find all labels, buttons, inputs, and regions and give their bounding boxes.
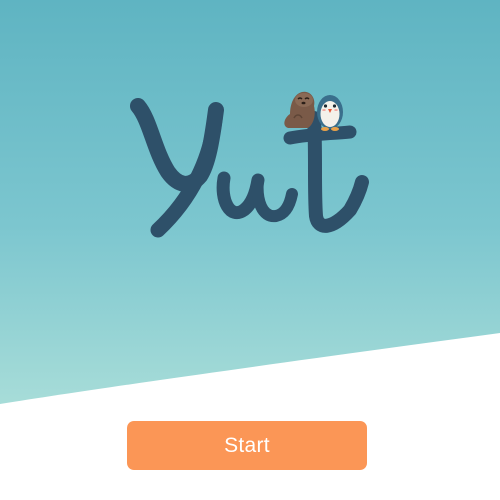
mascots xyxy=(284,91,343,131)
seal-icon xyxy=(284,91,315,128)
penguin-icon xyxy=(317,95,343,131)
start-button[interactable]: Start xyxy=(127,421,367,470)
start-button-label: Start xyxy=(224,433,270,457)
title-screen: Start xyxy=(0,0,500,500)
